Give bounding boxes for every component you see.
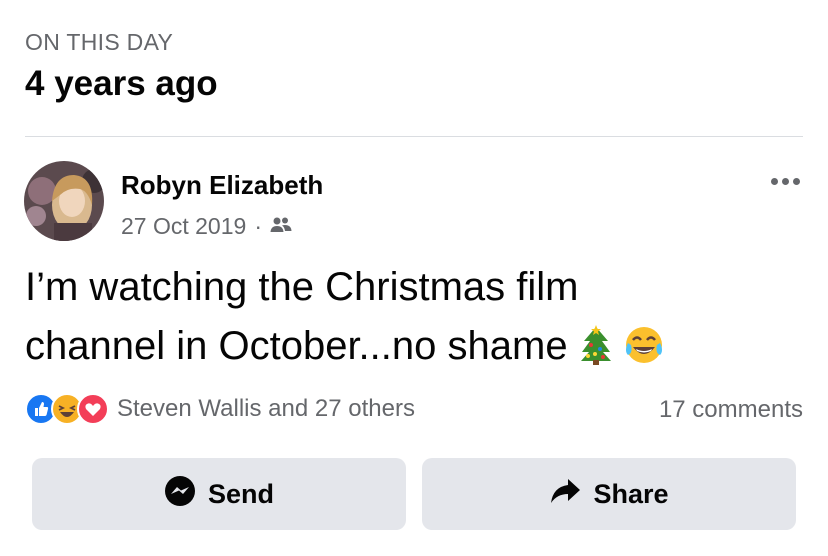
- post-text-line-1: I’m watching the Christmas film: [25, 265, 579, 309]
- christmas-tree-emoji: [579, 323, 613, 382]
- comments-count[interactable]: 17 comments: [659, 396, 803, 424]
- share-button[interactable]: Share: [422, 458, 796, 530]
- post-text-line-2-wrap: channel in October...no shame: [25, 317, 785, 382]
- post-meta: 27 Oct 2019 ·: [121, 213, 292, 240]
- share-arrow-icon: [549, 477, 581, 512]
- send-button[interactable]: Send: [32, 458, 406, 530]
- messenger-icon: [164, 475, 196, 514]
- post-date[interactable]: 27 Oct 2019: [121, 213, 246, 240]
- divider: [25, 136, 803, 137]
- post-author-name[interactable]: Robyn Elizabeth: [121, 170, 323, 201]
- post-text: I’m watching the Christmas film channel …: [25, 258, 785, 382]
- meta-separator: ·: [254, 213, 262, 239]
- post-text-line-2: channel in October...no shame: [25, 324, 568, 368]
- tears-of-joy-emoji: [624, 323, 664, 382]
- send-label: Send: [207, 478, 274, 509]
- share-label: Share: [593, 478, 669, 509]
- reactions-summary[interactable]: Steven Wallis and 27 others: [25, 393, 415, 425]
- years-ago-title: 4 years ago: [25, 64, 218, 103]
- avatar[interactable]: [24, 161, 104, 241]
- love-icon: [77, 393, 109, 425]
- reactions-text[interactable]: Steven Wallis and 27 others: [117, 395, 415, 423]
- on-this-day-label: ON THIS DAY: [25, 29, 174, 55]
- avatar-image: [24, 161, 104, 241]
- more-options-icon[interactable]: [771, 178, 800, 185]
- friends-icon[interactable]: [270, 213, 292, 240]
